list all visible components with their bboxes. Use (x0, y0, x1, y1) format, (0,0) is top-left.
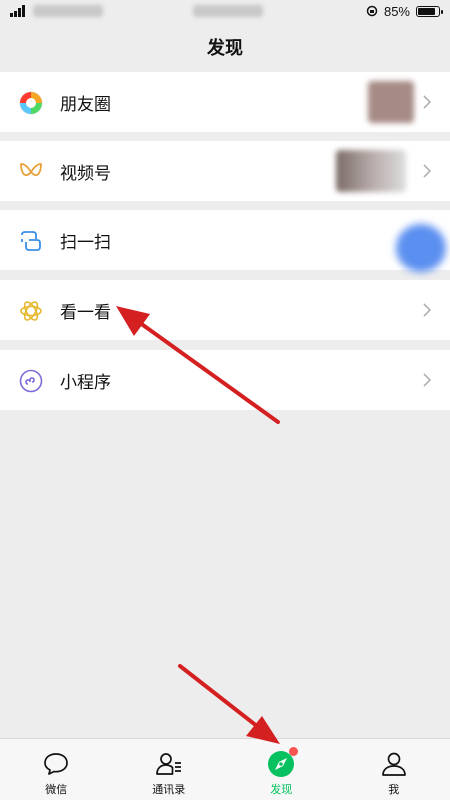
notification-dot (289, 747, 298, 756)
tab-label: 微信 (45, 784, 68, 796)
channels-thumbnail (336, 150, 406, 192)
menu-item-mini-programs[interactable]: 小程序 (0, 350, 450, 410)
moments-thumbnail (368, 81, 414, 123)
menu-item-channels[interactable]: 视频号 (0, 141, 450, 201)
time-blurred (193, 5, 263, 17)
menu-item-label: 扫一扫 (60, 232, 111, 252)
status-bar: 85% (0, 0, 450, 22)
floating-blue-blob (396, 224, 446, 272)
carrier-blurred (33, 5, 103, 17)
nav-bar: 发现 (0, 22, 450, 72)
tab-label: 我 (388, 784, 400, 796)
page-title: 发现 (207, 38, 243, 58)
menu-item-label: 视频号 (60, 163, 111, 183)
moments-icon (19, 91, 43, 115)
top-stories-icon (20, 301, 42, 321)
chevron-right-icon (423, 164, 432, 178)
contacts-icon (155, 753, 181, 775)
orientation-lock-icon (366, 5, 378, 17)
menu-item-label: 看一看 (60, 302, 111, 322)
person-icon (381, 752, 406, 776)
battery-icon (416, 5, 443, 17)
tab-label: 通讯录 (152, 784, 186, 796)
arrow-to-discover-tab (178, 664, 280, 744)
tab-chats[interactable]: 微信 (0, 739, 113, 800)
mini-programs-icon (19, 369, 43, 393)
chevron-right-icon (423, 373, 432, 387)
chevron-right-icon (423, 303, 432, 317)
signal-icon (10, 5, 25, 17)
menu-item-label: 小程序 (60, 372, 111, 392)
channels-icon (20, 163, 42, 176)
tab-label: 发现 (270, 784, 293, 796)
battery-percent: 85% (383, 3, 410, 19)
scan-icon (21, 231, 41, 251)
menu-item-moments[interactable]: 朋友圈 (0, 72, 450, 132)
menu-item-scan[interactable]: 扫一扫 (0, 210, 450, 272)
tab-contacts[interactable]: 通讯录 (113, 739, 226, 800)
tab-me[interactable]: 我 (338, 739, 450, 800)
tab-discover[interactable]: 发现 (225, 739, 338, 800)
menu-item-label: 朋友圈 (60, 94, 111, 114)
tab-bar: 微信 通讯录 发现 我 (0, 738, 450, 800)
chevron-right-icon (423, 95, 432, 109)
chat-bubble-icon (44, 753, 69, 775)
menu-item-top-stories[interactable]: 看一看 (0, 280, 450, 340)
